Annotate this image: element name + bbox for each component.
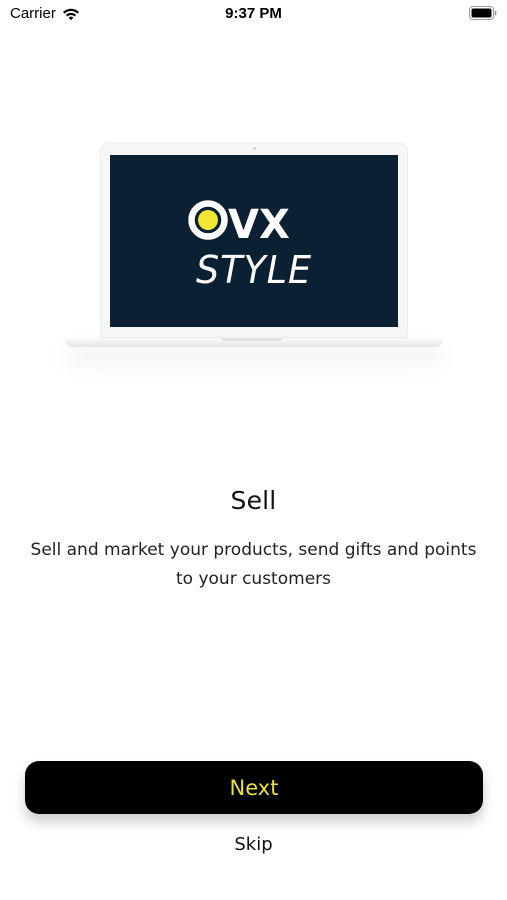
laptop-illustration: VX STYLE [62, 140, 446, 380]
skip-button[interactable]: Skip [0, 834, 507, 855]
logo-style-text: STYLE [196, 248, 312, 290]
laptop-notch [222, 338, 282, 341]
status-time: 9:37 PM [225, 5, 282, 22]
laptop-lid: VX STYLE [100, 142, 408, 338]
next-button[interactable]: Next [25, 761, 483, 814]
logo-yellow-dot [198, 210, 218, 230]
battery-icon [469, 6, 497, 20]
laptop-camera [253, 147, 256, 150]
laptop-screen: VX STYLE [110, 155, 398, 327]
slide-title: Sell [230, 486, 277, 515]
slide-description: Sell and market your products, send gift… [30, 540, 477, 589]
status-bar: Carrier 9:37 PM [0, 0, 507, 30]
ovx-style-logo: VX STYLE [188, 200, 312, 290]
logo-ovx-text: VX [228, 202, 290, 248]
